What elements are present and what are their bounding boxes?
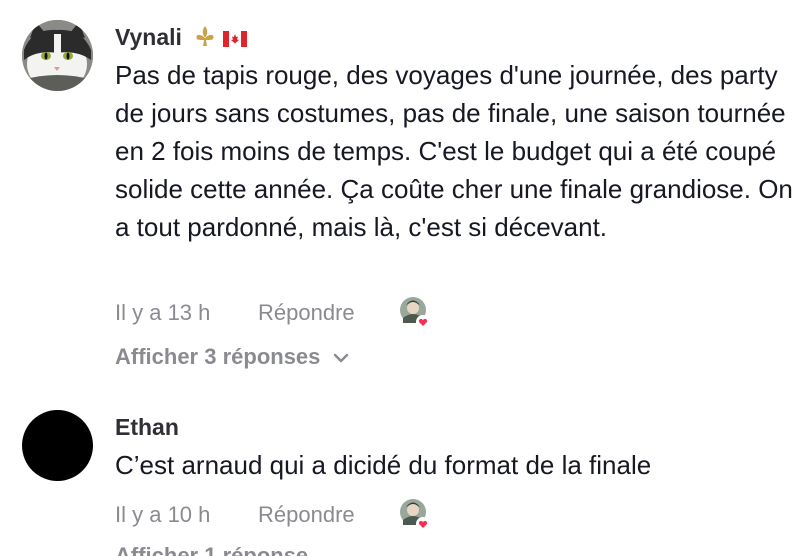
view-replies-button[interactable]: Afficher 1 réponse bbox=[115, 543, 308, 556]
reply-button[interactable]: Répondre bbox=[258, 298, 355, 328]
avatar[interactable] bbox=[22, 410, 93, 481]
canada-flag-icon bbox=[222, 30, 247, 47]
chevron-down-icon bbox=[333, 353, 348, 363]
timestamp: Il y a 10 h bbox=[115, 502, 211, 527]
creator-liked-badge bbox=[399, 498, 431, 532]
comment-meta: Il y a 13 h Répondre bbox=[115, 297, 430, 329]
view-replies-button[interactable]: Afficher 3 réponses bbox=[115, 344, 349, 370]
comment-text: C’est arnaud qui a dicidé du format de l… bbox=[115, 450, 652, 480]
user-badges bbox=[194, 22, 247, 56]
username-label: Ethan bbox=[115, 414, 179, 440]
username-label: Vynali bbox=[115, 24, 182, 50]
cat-avatar-image bbox=[22, 20, 93, 91]
comment-text: Pas de tapis rouge, des voyages d'une jo… bbox=[115, 60, 793, 242]
reply-button[interactable]: Répondre bbox=[258, 500, 355, 530]
view-replies-label: Afficher 1 réponse bbox=[115, 543, 309, 556]
timestamp: Il y a 13 h bbox=[115, 300, 211, 325]
username[interactable]: Vynali bbox=[115, 20, 795, 54]
creator-liked-icon bbox=[400, 499, 430, 531]
avatar[interactable] bbox=[22, 20, 93, 91]
view-replies-label: Afficher 3 réponses bbox=[115, 344, 321, 369]
fleur-de-lis-icon bbox=[196, 25, 214, 46]
creator-liked-icon bbox=[400, 297, 430, 329]
creator-liked-badge bbox=[399, 296, 431, 330]
username[interactable]: Ethan bbox=[115, 410, 795, 444]
comment-meta: Il y a 10 h Répondre bbox=[115, 499, 430, 531]
